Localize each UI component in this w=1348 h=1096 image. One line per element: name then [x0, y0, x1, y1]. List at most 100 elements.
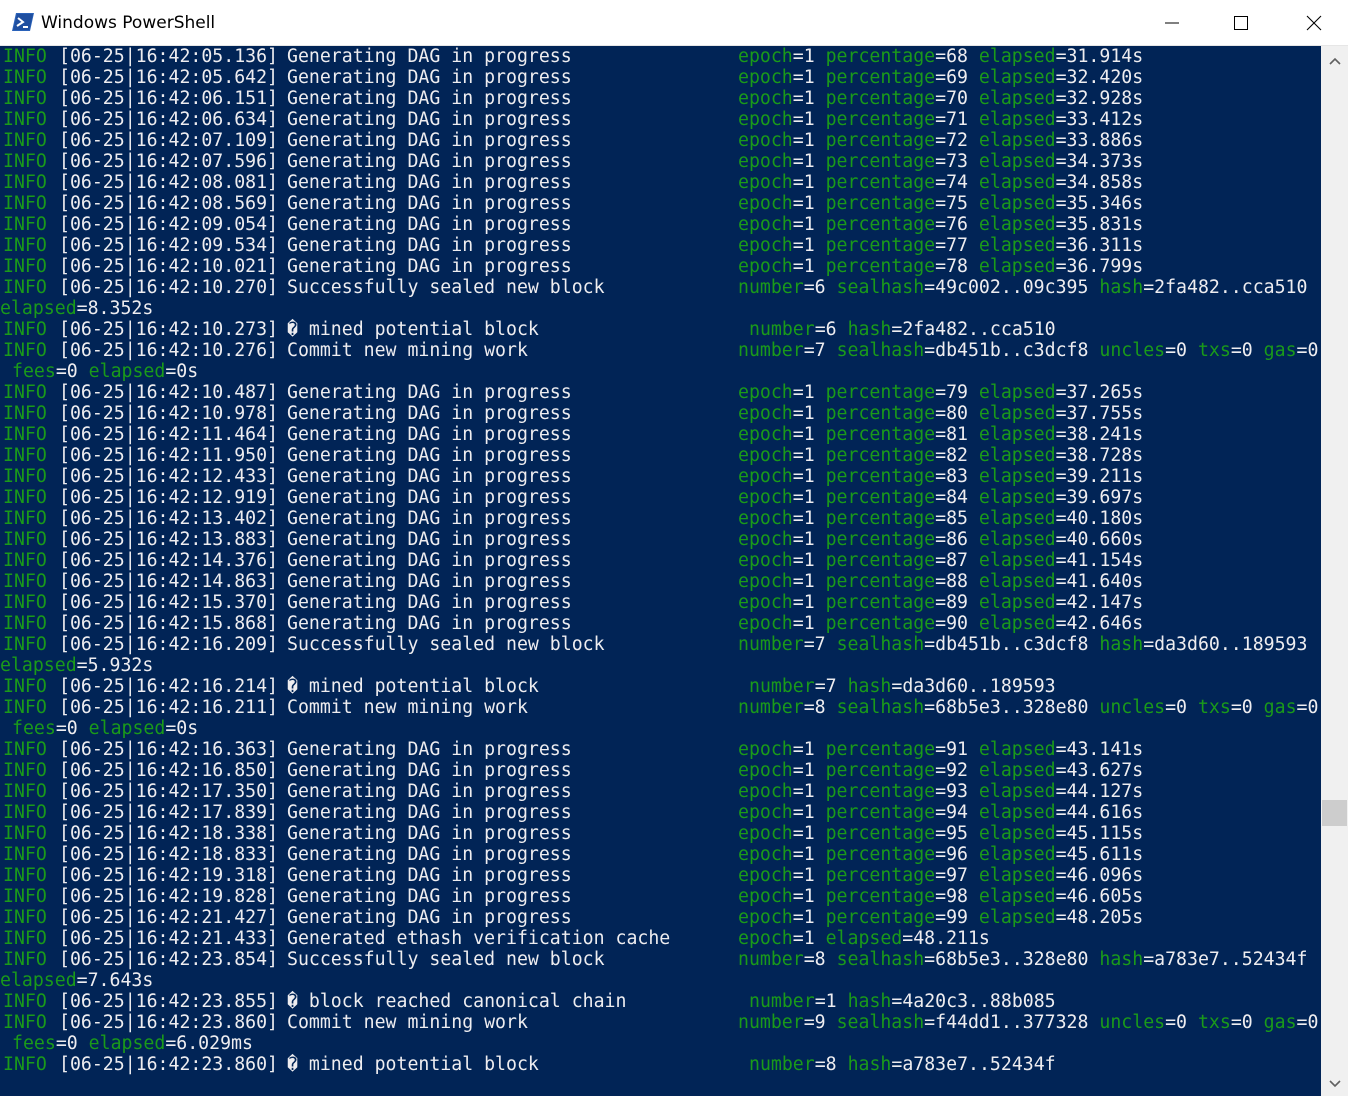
log-timestamp: [06-25|16:42:18.833] — [59, 844, 278, 865]
log-key: epoch — [738, 571, 793, 592]
log-message: � mined potential block — [287, 1054, 539, 1075]
close-button[interactable] — [1279, 0, 1348, 45]
log-value: 44.127s — [1066, 781, 1144, 802]
log-value: 1 — [803, 193, 815, 214]
log-timestamp: [06-25|16:42:05.136] — [59, 46, 278, 67]
log-level: INFO — [3, 886, 47, 907]
log-key: elapsed — [978, 508, 1056, 529]
log-line: INFO [06-25|16:42:08.081] Generating DAG i… — [0, 172, 1321, 193]
log-timestamp: [06-25|16:42:07.596] — [59, 151, 278, 172]
log-key: hash — [847, 676, 892, 697]
chevron-up-icon — [1328, 50, 1341, 69]
log-fields: epoch=1 percentage=78 elapsed=36.799s — [738, 256, 1144, 277]
log-value: 1 — [803, 886, 815, 907]
log-value: 1 — [803, 487, 815, 508]
log-message: Generating DAG in progress — [287, 403, 572, 424]
console-output[interactable]: INFO [06-25|16:42:05.136] Generating DAG i… — [0, 46, 1321, 1096]
log-value: 99 — [946, 907, 968, 928]
maximize-button[interactable] — [1206, 0, 1275, 45]
log-fields: epoch=1 percentage=70 elapsed=32.928s — [738, 88, 1144, 109]
log-level: INFO — [3, 172, 47, 193]
log-level: INFO — [3, 88, 47, 109]
log-value: 7 — [814, 340, 826, 361]
log-value: 98 — [946, 886, 968, 907]
log-fields: number=8 sealhash=68b5e3..328e80 uncles=… — [738, 697, 1319, 718]
log-timestamp: [06-25|16:42:23.860] — [59, 1054, 278, 1075]
log-level: INFO — [3, 697, 47, 718]
log-timestamp: [06-25|16:42:17.839] — [59, 802, 278, 823]
log-timestamp: [06-25|16:42:10.021] — [59, 256, 278, 277]
log-key: epoch — [738, 823, 793, 844]
log-line: INFO [06-25|16:42:09.534] Generating DAG i… — [0, 235, 1321, 256]
log-value: 48.211s — [913, 928, 990, 949]
log-key: epoch — [738, 739, 793, 760]
log-line: INFO [06-25|16:42:14.863] Generating DAG i… — [0, 571, 1321, 592]
log-value: 72 — [946, 130, 968, 151]
log-value: 68 — [946, 46, 968, 67]
log-value: 43.141s — [1066, 739, 1144, 760]
log-line: INFO [06-25|16:42:23.854] Successfully sea… — [0, 949, 1321, 970]
log-key: elapsed — [978, 592, 1056, 613]
log-message: Generating DAG in progress — [287, 886, 572, 907]
log-timestamp: [06-25|16:42:19.828] — [59, 886, 278, 907]
scroll-thumb[interactable] — [1322, 800, 1347, 826]
log-key: percentage — [825, 907, 936, 928]
log-key: elapsed — [825, 928, 903, 949]
log-line: elapsed=8.352s — [0, 298, 1321, 319]
log-value: 84 — [946, 487, 968, 508]
log-key: epoch — [738, 193, 793, 214]
log-fields: epoch=1 percentage=68 elapsed=31.914s — [738, 46, 1144, 67]
log-message: Generating DAG in progress — [287, 571, 572, 592]
log-continuation: fees=0 elapsed=0s — [12, 718, 199, 739]
vertical-scrollbar[interactable] — [1321, 46, 1348, 1096]
log-message: Generating DAG in progress — [287, 88, 572, 109]
log-line: INFO [06-25|16:42:19.828] Generating DAG i… — [0, 886, 1321, 907]
log-continuation: elapsed=7.643s — [0, 970, 154, 991]
log-key: percentage — [825, 256, 936, 277]
log-fields: epoch=1 percentage=84 elapsed=39.697s — [738, 487, 1144, 508]
log-message: Generating DAG in progress — [287, 445, 572, 466]
log-key: percentage — [825, 529, 936, 550]
log-value: 0 — [1176, 1012, 1187, 1033]
log-level: INFO — [3, 46, 47, 67]
log-key: sealhash — [836, 340, 925, 361]
log-fields: epoch=1 percentage=86 elapsed=40.660s — [738, 529, 1144, 550]
title-bar[interactable]: Windows PowerShell — [0, 0, 1348, 46]
scroll-up-button[interactable] — [1321, 46, 1348, 73]
log-message: Successfully sealed new block — [287, 277, 605, 298]
log-message: Generating DAG in progress — [287, 907, 572, 928]
log-timestamp: [06-25|16:42:09.054] — [59, 214, 278, 235]
scroll-down-button[interactable] — [1321, 1069, 1348, 1096]
minimize-button[interactable] — [1137, 0, 1206, 45]
log-message: Generating DAG in progress — [287, 823, 572, 844]
log-level: INFO — [3, 382, 47, 403]
log-fields: epoch=1 percentage=85 elapsed=40.180s — [738, 508, 1144, 529]
log-line: INFO [06-25|16:42:10.273] � mined potentia… — [0, 319, 1321, 340]
log-value: 1 — [803, 823, 815, 844]
log-key: hash — [847, 1054, 892, 1075]
log-key: epoch — [738, 802, 793, 823]
log-value: db451b..c3dcf8 — [935, 634, 1089, 655]
log-line: fees=0 elapsed=6.029ms — [0, 1033, 1321, 1054]
log-key: elapsed — [978, 235, 1056, 256]
log-key: sealhash — [836, 634, 925, 655]
log-level: INFO — [3, 991, 47, 1012]
log-message: Commit new mining work — [287, 340, 528, 361]
log-value: 38.728s — [1066, 445, 1144, 466]
log-fields: epoch=1 percentage=73 elapsed=34.373s — [738, 151, 1144, 172]
log-value: 38.241s — [1066, 424, 1144, 445]
log-timestamp: [06-25|16:42:11.950] — [59, 445, 278, 466]
log-key: percentage — [825, 739, 936, 760]
log-fields: epoch=1 percentage=92 elapsed=43.627s — [738, 760, 1144, 781]
log-key: elapsed — [978, 613, 1056, 634]
log-value: 46.096s — [1066, 865, 1144, 886]
log-value: 95 — [946, 823, 968, 844]
log-key: elapsed — [978, 529, 1056, 550]
log-fields: number=6 sealhash=49c002..09c395 hash=2f… — [738, 277, 1308, 298]
log-value: 0 — [66, 718, 78, 739]
log-value: 8 — [825, 1054, 837, 1075]
log-key: epoch — [738, 382, 793, 403]
log-key: gas — [1263, 697, 1297, 718]
log-level: INFO — [3, 193, 47, 214]
log-key: percentage — [825, 823, 936, 844]
